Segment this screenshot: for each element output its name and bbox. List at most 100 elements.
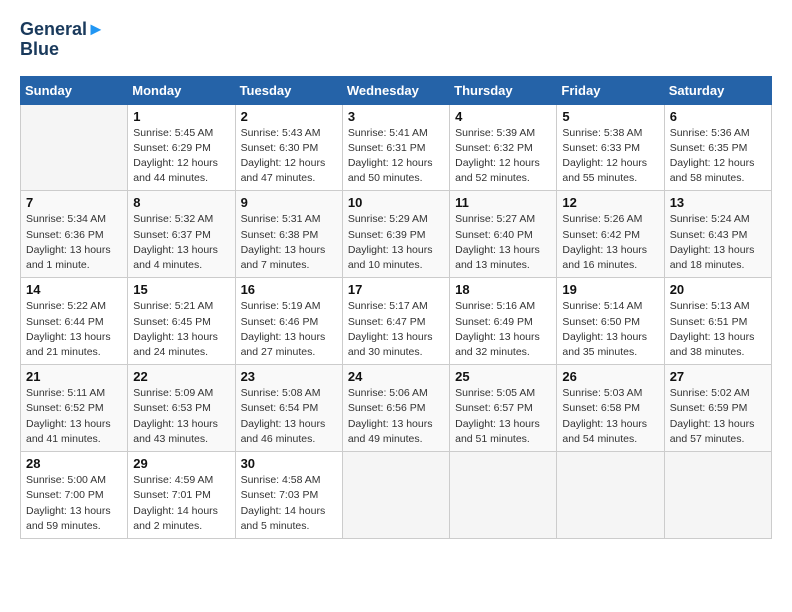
calendar-cell: 19 Sunrise: 5:14 AM Sunset: 6:50 PM Dayli…	[557, 278, 664, 365]
calendar-cell: 13Sunrise: 5:24 AM Sunset: 6:43 PM Dayli…	[664, 191, 771, 278]
day-info: Sunrise: 5:08 AM Sunset: 6:54 PM Dayligh…	[241, 386, 337, 447]
day-info: Sunrise: 5:16 AM Sunset: 6:49 PM Dayligh…	[455, 299, 551, 360]
calendar-cell: 20 Sunrise: 5:13 AM Sunset: 6:51 PM Dayli…	[664, 278, 771, 365]
calendar-cell: 16 Sunrise: 5:19 AM Sunset: 6:46 PM Dayli…	[235, 278, 342, 365]
day-number: 11	[455, 195, 551, 210]
day-number: 12	[562, 195, 658, 210]
day-info: Sunrise: 5:09 AM Sunset: 6:53 PM Dayligh…	[133, 386, 229, 447]
calendar-cell: 26 Sunrise: 5:03 AM Sunset: 6:58 PM Dayli…	[557, 365, 664, 452]
day-of-week-friday: Friday	[557, 76, 664, 104]
calendar-header: SundayMondayTuesdayWednesdayThursdayFrid…	[21, 76, 772, 104]
day-info: Sunrise: 5:19 AM Sunset: 6:46 PM Dayligh…	[241, 299, 337, 360]
day-info: Sunrise: 5:22 AM Sunset: 6:44 PM Dayligh…	[26, 299, 122, 360]
day-number: 23	[241, 369, 337, 384]
week-row-5: 28 Sunrise: 5:00 AM Sunset: 7:00 PM Dayli…	[21, 452, 772, 539]
calendar-cell	[450, 452, 557, 539]
day-of-week-monday: Monday	[128, 76, 235, 104]
calendar-cell: 22 Sunrise: 5:09 AM Sunset: 6:53 PM Dayli…	[128, 365, 235, 452]
calendar-cell: 7 Sunrise: 5:34 AM Sunset: 6:36 PM Daylig…	[21, 191, 128, 278]
day-number: 29	[133, 456, 229, 471]
calendar-cell: 8 Sunrise: 5:32 AM Sunset: 6:37 PM Daylig…	[128, 191, 235, 278]
day-info: Sunrise: 5:43 AM Sunset: 6:30 PM Dayligh…	[241, 126, 337, 187]
day-of-week-wednesday: Wednesday	[342, 76, 449, 104]
day-info: Sunrise: 5:29 AM Sunset: 6:39 PM Dayligh…	[348, 212, 444, 273]
day-info: Sunrise: 5:39 AM Sunset: 6:32 PM Dayligh…	[455, 126, 551, 187]
calendar-cell: 30 Sunrise: 4:58 AM Sunset: 7:03 PM Dayli…	[235, 452, 342, 539]
day-info: Sunrise: 5:17 AM Sunset: 6:47 PM Dayligh…	[348, 299, 444, 360]
day-info: Sunrise: 5:41 AM Sunset: 6:31 PM Dayligh…	[348, 126, 444, 187]
day-number: 5	[562, 109, 658, 124]
day-number: 21	[26, 369, 122, 384]
day-number: 30	[241, 456, 337, 471]
logo: General► Blue	[20, 20, 105, 60]
day-number: 18	[455, 282, 551, 297]
calendar-cell	[557, 452, 664, 539]
calendar-cell: 23 Sunrise: 5:08 AM Sunset: 6:54 PM Dayli…	[235, 365, 342, 452]
week-row-3: 14 Sunrise: 5:22 AM Sunset: 6:44 PM Dayli…	[21, 278, 772, 365]
day-number: 22	[133, 369, 229, 384]
day-info: Sunrise: 5:06 AM Sunset: 6:56 PM Dayligh…	[348, 386, 444, 447]
day-number: 3	[348, 109, 444, 124]
calendar-cell: 28 Sunrise: 5:00 AM Sunset: 7:00 PM Dayli…	[21, 452, 128, 539]
day-number: 19	[562, 282, 658, 297]
day-of-week-thursday: Thursday	[450, 76, 557, 104]
day-info: Sunrise: 5:45 AM Sunset: 6:29 PM Dayligh…	[133, 126, 229, 187]
day-of-week-tuesday: Tuesday	[235, 76, 342, 104]
day-of-week-sunday: Sunday	[21, 76, 128, 104]
calendar-cell: 25 Sunrise: 5:05 AM Sunset: 6:57 PM Dayli…	[450, 365, 557, 452]
day-info: Sunrise: 5:32 AM Sunset: 6:37 PM Dayligh…	[133, 212, 229, 273]
day-number: 26	[562, 369, 658, 384]
calendar-cell: 29 Sunrise: 4:59 AM Sunset: 7:01 PM Dayli…	[128, 452, 235, 539]
day-number: 6	[670, 109, 766, 124]
week-row-1: 1Sunrise: 5:45 AM Sunset: 6:29 PM Daylig…	[21, 104, 772, 191]
calendar-cell	[342, 452, 449, 539]
day-of-week-saturday: Saturday	[664, 76, 771, 104]
day-info: Sunrise: 5:00 AM Sunset: 7:00 PM Dayligh…	[26, 473, 122, 534]
day-number: 25	[455, 369, 551, 384]
day-info: Sunrise: 5:34 AM Sunset: 6:36 PM Dayligh…	[26, 212, 122, 273]
week-row-4: 21Sunrise: 5:11 AM Sunset: 6:52 PM Dayli…	[21, 365, 772, 452]
page-header: General► Blue	[20, 20, 772, 60]
calendar-cell: 1Sunrise: 5:45 AM Sunset: 6:29 PM Daylig…	[128, 104, 235, 191]
day-number: 13	[670, 195, 766, 210]
calendar-cell: 12 Sunrise: 5:26 AM Sunset: 6:42 PM Dayli…	[557, 191, 664, 278]
day-info: Sunrise: 5:02 AM Sunset: 6:59 PM Dayligh…	[670, 386, 766, 447]
day-info: Sunrise: 5:31 AM Sunset: 6:38 PM Dayligh…	[241, 212, 337, 273]
day-number: 17	[348, 282, 444, 297]
day-info: Sunrise: 4:58 AM Sunset: 7:03 PM Dayligh…	[241, 473, 337, 534]
day-info: Sunrise: 5:38 AM Sunset: 6:33 PM Dayligh…	[562, 126, 658, 187]
day-number: 2	[241, 109, 337, 124]
day-number: 14	[26, 282, 122, 297]
day-number: 8	[133, 195, 229, 210]
day-number: 7	[26, 195, 122, 210]
calendar-cell: 9 Sunrise: 5:31 AM Sunset: 6:38 PM Daylig…	[235, 191, 342, 278]
day-number: 10	[348, 195, 444, 210]
calendar-cell: 14 Sunrise: 5:22 AM Sunset: 6:44 PM Dayli…	[21, 278, 128, 365]
calendar-cell: 2 Sunrise: 5:43 AM Sunset: 6:30 PM Daylig…	[235, 104, 342, 191]
calendar-cell: 4 Sunrise: 5:39 AM Sunset: 6:32 PM Daylig…	[450, 104, 557, 191]
calendar-cell	[664, 452, 771, 539]
day-info: Sunrise: 5:36 AM Sunset: 6:35 PM Dayligh…	[670, 126, 766, 187]
day-info: Sunrise: 5:03 AM Sunset: 6:58 PM Dayligh…	[562, 386, 658, 447]
calendar-cell: 11 Sunrise: 5:27 AM Sunset: 6:40 PM Dayli…	[450, 191, 557, 278]
day-info: Sunrise: 5:14 AM Sunset: 6:50 PM Dayligh…	[562, 299, 658, 360]
calendar-cell: 18 Sunrise: 5:16 AM Sunset: 6:49 PM Dayli…	[450, 278, 557, 365]
day-number: 27	[670, 369, 766, 384]
day-info: Sunrise: 5:05 AM Sunset: 6:57 PM Dayligh…	[455, 386, 551, 447]
calendar-cell: 21Sunrise: 5:11 AM Sunset: 6:52 PM Dayli…	[21, 365, 128, 452]
calendar-cell: 15 Sunrise: 5:21 AM Sunset: 6:45 PM Dayli…	[128, 278, 235, 365]
day-info: Sunrise: 5:26 AM Sunset: 6:42 PM Dayligh…	[562, 212, 658, 273]
day-number: 20	[670, 282, 766, 297]
calendar-cell: 5 Sunrise: 5:38 AM Sunset: 6:33 PM Daylig…	[557, 104, 664, 191]
day-number: 15	[133, 282, 229, 297]
day-number: 28	[26, 456, 122, 471]
day-number: 16	[241, 282, 337, 297]
day-info: Sunrise: 5:21 AM Sunset: 6:45 PM Dayligh…	[133, 299, 229, 360]
day-info: Sunrise: 4:59 AM Sunset: 7:01 PM Dayligh…	[133, 473, 229, 534]
day-number: 4	[455, 109, 551, 124]
day-info: Sunrise: 5:27 AM Sunset: 6:40 PM Dayligh…	[455, 212, 551, 273]
day-number: 9	[241, 195, 337, 210]
day-info: Sunrise: 5:13 AM Sunset: 6:51 PM Dayligh…	[670, 299, 766, 360]
calendar-cell: 24Sunrise: 5:06 AM Sunset: 6:56 PM Dayli…	[342, 365, 449, 452]
logo-text: General► Blue	[20, 20, 105, 60]
